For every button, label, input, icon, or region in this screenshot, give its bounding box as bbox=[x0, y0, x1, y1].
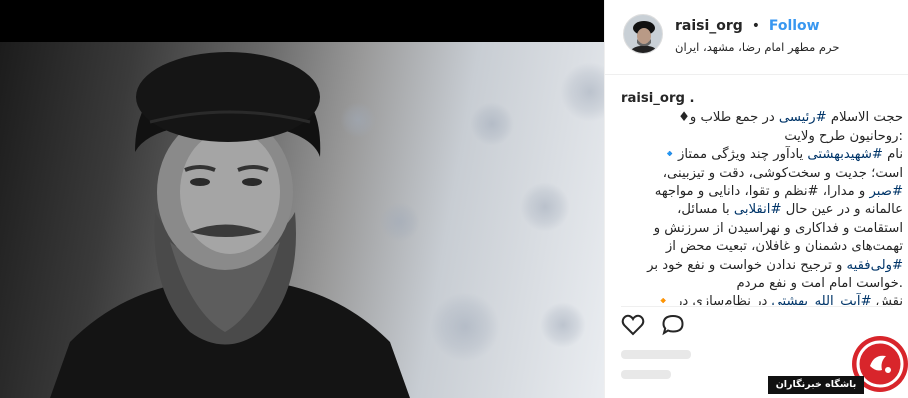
background-flower bbox=[430, 292, 500, 362]
location-link[interactable]: حرم مطهر امام رضا، مشهد، ایران bbox=[675, 40, 875, 54]
caption-line: نقش #آیت_الله_بهشتی در نظام‌سازی در 🔸 bbox=[621, 293, 903, 305]
watermark-label: باشگاه خبرنگاران bbox=[768, 376, 864, 394]
caption-author[interactable]: raisi_org . bbox=[621, 90, 903, 108]
username-link[interactable]: raisi_org bbox=[675, 18, 743, 34]
caption-line: نام #شهیدبهشتی یادآور چند ویژگی ممتاز🔹 bbox=[661, 147, 903, 163]
hashtag-link[interactable]: #انقلابی bbox=[734, 202, 782, 217]
background-flower bbox=[540, 302, 586, 348]
caption-line: #ولی‌فقیه و ترجیح ندادن خواست و نفع خود … bbox=[647, 257, 903, 273]
caption-line: تهمت‌های دشمنان و غافلان، تبعیت محض از bbox=[665, 239, 903, 255]
separator-dot: • bbox=[751, 18, 760, 34]
background-flower bbox=[470, 102, 514, 146]
image-top-letterbox bbox=[0, 0, 604, 42]
post-actions bbox=[621, 314, 685, 336]
caption-line: است؛ جدیت و سخت‌کوشی، دقت و تیزبینی، bbox=[662, 165, 903, 181]
post-caption: raisi_org . حجت الاسلام #رئیسی در جمع طل… bbox=[621, 90, 903, 305]
hashtag-link[interactable]: #آیت_الله_بهشتی bbox=[772, 294, 872, 305]
image-frame bbox=[0, 42, 604, 398]
timestamp-placeholder bbox=[621, 370, 671, 379]
caption-line: #صبر و مدارا، #نظم و تقوا، دانایی و مواج… bbox=[654, 184, 903, 200]
avatar[interactable] bbox=[623, 14, 663, 54]
post-header: raisi_org • Follow حرم مطهر امام رضا، مش… bbox=[605, 0, 908, 75]
heart-outline-icon[interactable] bbox=[621, 314, 645, 336]
background-flower bbox=[520, 182, 570, 232]
speech-bubble-icon[interactable] bbox=[661, 314, 685, 336]
caption-line: عالمانه و در عین حال #انقلابی با مسائل، bbox=[677, 202, 903, 218]
hashtag-link[interactable]: #صبر bbox=[869, 184, 903, 199]
avatar-portrait-icon bbox=[624, 15, 662, 53]
hashtag-link[interactable]: #شهیدبهشتی bbox=[807, 147, 883, 162]
likes-count-placeholder bbox=[621, 350, 691, 359]
follow-button[interactable]: Follow bbox=[769, 18, 820, 34]
post-image[interactable] bbox=[0, 0, 604, 398]
hashtag-link[interactable]: #ولی‌فقیه bbox=[847, 258, 903, 273]
portrait-figure bbox=[50, 52, 410, 398]
caption-line: حجت الاسلام #رئیسی در جمع طلاب و♦ bbox=[678, 110, 903, 126]
actions-divider bbox=[621, 306, 893, 307]
background-flower bbox=[560, 62, 604, 122]
caption-line: .خواست امام امت و نفع مردم bbox=[736, 276, 903, 292]
caption-line: :روحانیون طرح ولایت bbox=[784, 128, 903, 144]
username-row: raisi_org • Follow bbox=[675, 18, 820, 34]
caption-line: استقامت و فداکاری و نهراسیدن از سرزنش و bbox=[653, 220, 903, 236]
hashtag-link[interactable]: #رئیسی bbox=[779, 110, 827, 125]
